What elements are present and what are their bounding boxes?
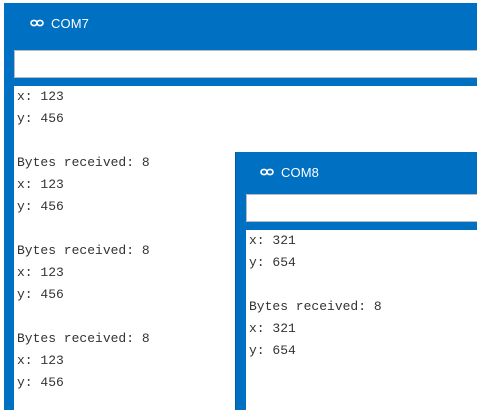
serial-output[interactable]: x: 321 y: 654 Bytes received: 8 x: 321 y: 65… — [246, 230, 477, 410]
output-line: y: 456 — [17, 111, 64, 126]
output-line: y: 654 — [249, 255, 296, 270]
output-line: Bytes received: 8 — [249, 299, 382, 314]
arduino-logo-icon — [260, 168, 274, 176]
output-line: x: 321 — [249, 321, 296, 336]
arduino-logo-icon — [30, 19, 44, 27]
window-title: COM8 — [281, 164, 319, 180]
send-input[interactable] — [246, 194, 477, 222]
output-line: x: 123 — [17, 89, 64, 104]
send-input[interactable] — [14, 50, 477, 78]
serial-monitor-window-com8: COM8 x: 321 y: 654 Bytes received: 8 x: 321… — [235, 152, 477, 410]
output-line: x: 321 — [249, 233, 296, 248]
title-bar[interactable]: COM7 — [4, 3, 477, 43]
output-line: y: 654 — [249, 343, 296, 358]
title-bar[interactable]: COM8 — [236, 152, 477, 192]
window-title: COM7 — [51, 15, 89, 31]
